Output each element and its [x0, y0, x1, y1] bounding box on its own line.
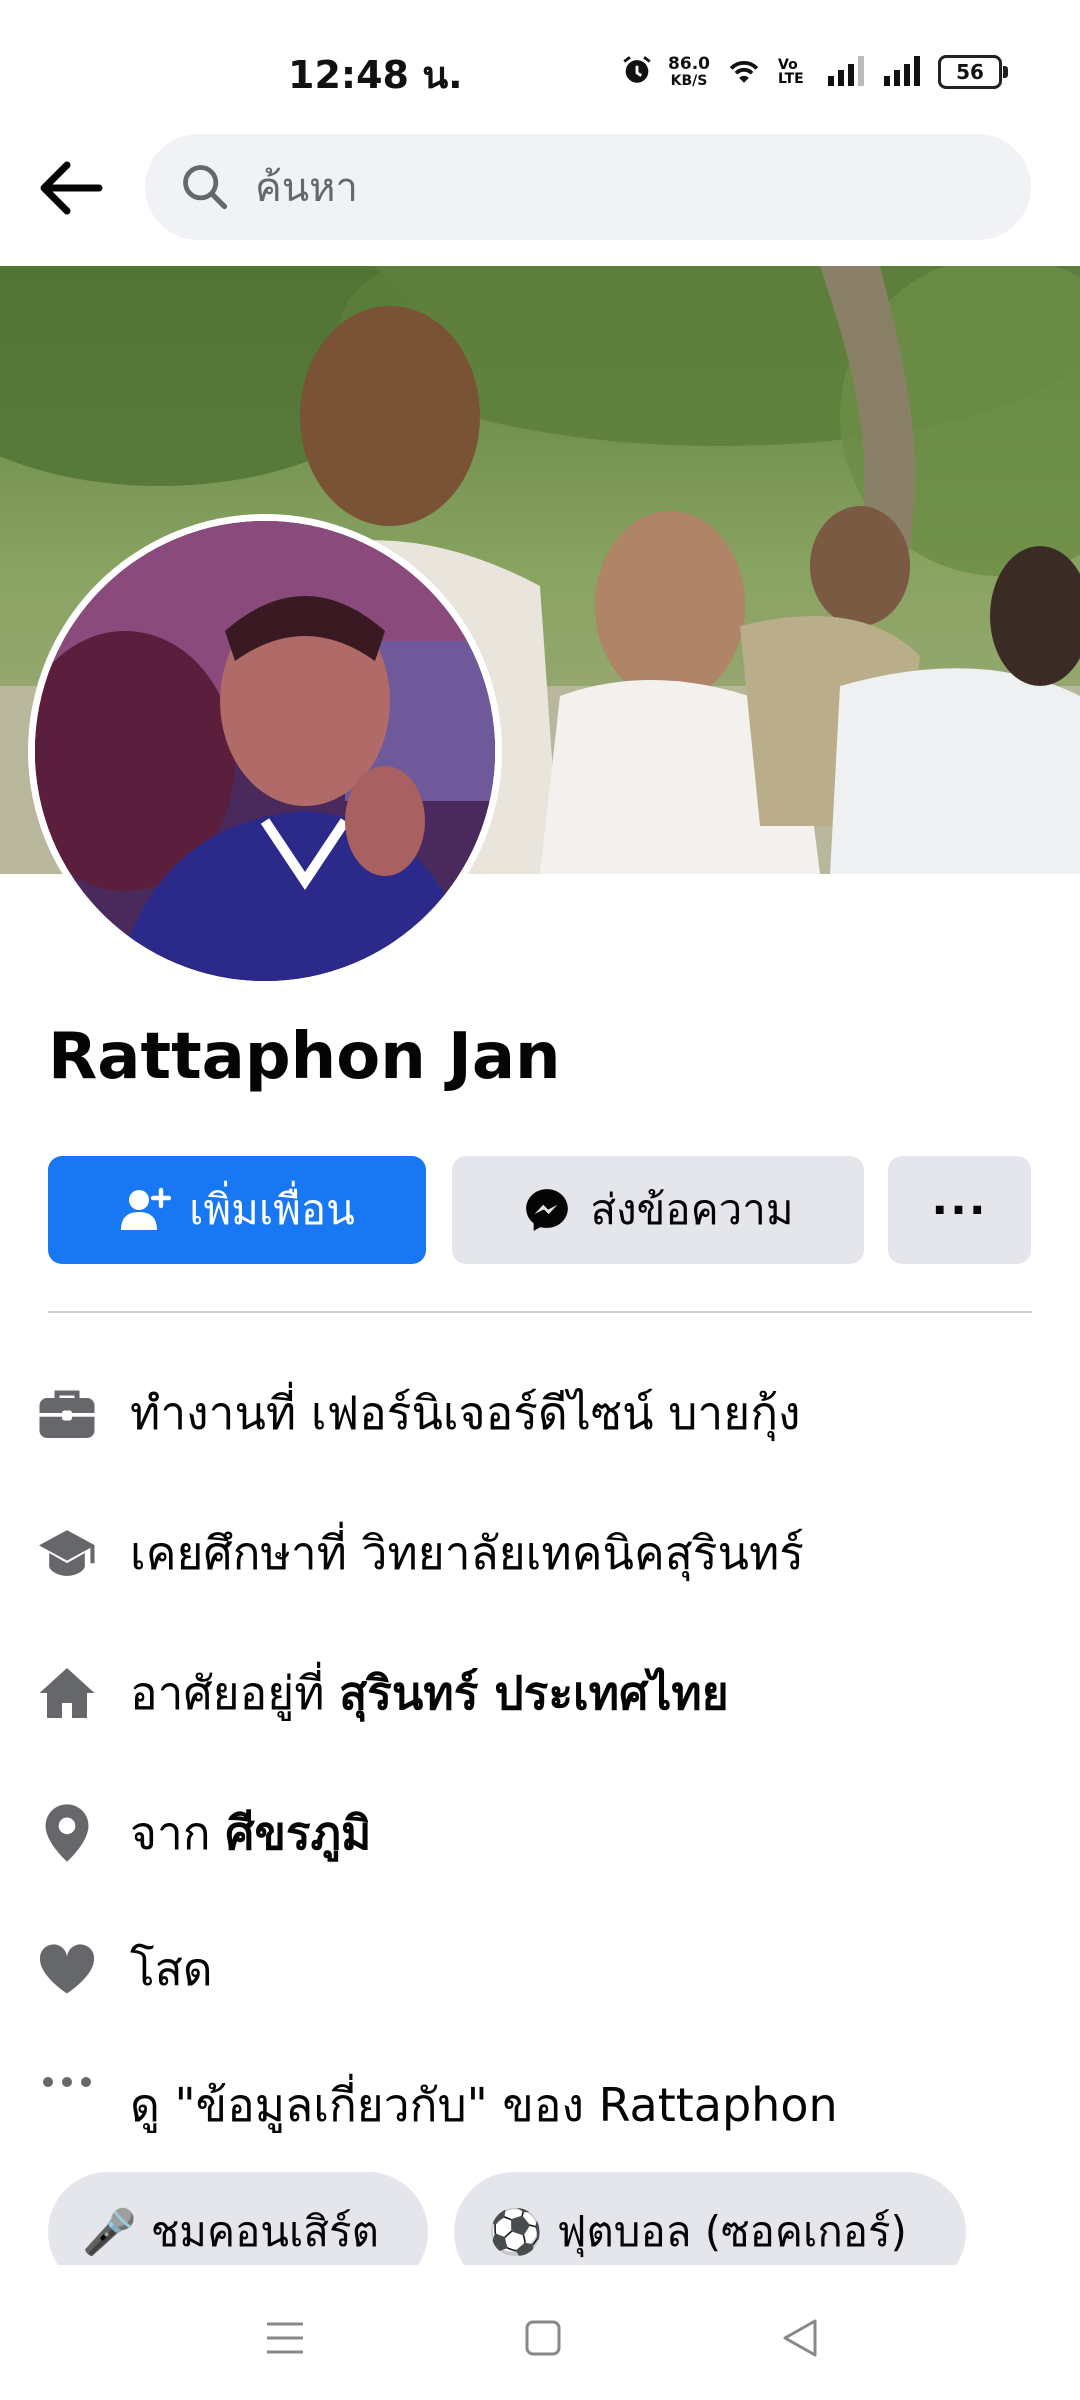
messenger-icon — [526, 1189, 569, 1231]
more-icon: ··· — [931, 1184, 988, 1236]
divider — [48, 1311, 1032, 1313]
net-speed: 86.0 KB/S — [668, 53, 710, 89]
profile-name: Rattaphon Jan — [48, 1020, 561, 1094]
detail-from-prefix: จาก — [130, 1805, 226, 1860]
wifi-icon — [724, 54, 764, 90]
volte-label: Vo LTE — [778, 57, 804, 87]
battery-indicator: 56 — [938, 55, 1008, 89]
detail-from: จาก ศีขรภูมิ — [36, 1788, 1036, 1878]
detail-lives-prefix: อาศัยอยู่ที่ — [130, 1665, 340, 1720]
message-label: ส่งข้อความ — [590, 1185, 794, 1234]
detail-education-prefix: เคยศึกษาที่ — [130, 1525, 362, 1580]
menu-icon — [267, 2322, 303, 2354]
system-nav-bar — [0, 2265, 1080, 2400]
message-button[interactable]: ส่งข้อความ — [452, 1156, 864, 1264]
detail-from-text: จาก ศีขรภูมิ — [130, 1797, 371, 1870]
briefcase-icon — [36, 1382, 98, 1444]
triangle-back-icon — [783, 2319, 817, 2357]
add-friend-button[interactable]: เพิ่มเพื่อน — [48, 1156, 426, 1264]
signal-icon-1 — [826, 54, 866, 90]
status-time: 12:48 น. — [288, 53, 463, 97]
signal-icon-2 — [880, 54, 924, 90]
add-friend-label: เพิ่มเพื่อน — [189, 1185, 355, 1234]
detail-education: เคยศึกษาที่ วิทยาลัยเทคนิคสุรินทร์ — [36, 1508, 1036, 1598]
more-options-button[interactable]: ··· — [888, 1156, 1031, 1264]
graduation-cap-icon — [36, 1522, 98, 1584]
location-pin-icon — [36, 1802, 98, 1864]
search-icon — [179, 161, 231, 213]
search-input[interactable]: ค้นหา — [145, 134, 1031, 240]
detail-work-prefix: ทำงานที่ — [130, 1385, 311, 1440]
heart-icon — [36, 1938, 98, 2000]
ellipsis-icon — [36, 2074, 98, 2136]
interest-label: ฟุตบอล (ซอคเกอร์) — [556, 2207, 907, 2256]
soccer-ball-icon: ⚽ — [488, 2207, 543, 2258]
status-bar: 12:48 น. 86.0 KB/S Vo LTE 56 — [0, 0, 1080, 130]
microphone-icon: 🎤 — [82, 2207, 137, 2258]
detail-from-value[interactable]: ศีขรภูมิ — [225, 1806, 371, 1860]
net-speed-value: 86.0 — [668, 53, 710, 74]
status-icons: 86.0 KB/S Vo LTE 56 — [620, 48, 1008, 96]
profile-picture[interactable] — [28, 514, 502, 988]
home-icon — [36, 1662, 98, 1724]
net-speed-unit: KB/S — [670, 72, 708, 89]
detail-relationship-text: โสด — [130, 1941, 213, 1996]
detail-relationship: โสด — [36, 1924, 1036, 2014]
see-about-link[interactable]: ดู "ข้อมูลเกี่ยวกับ" ของ Rattaphon — [36, 2060, 1036, 2150]
interest-label: ชมคอนเสิร์ต — [150, 2207, 379, 2256]
profile-picture-image — [35, 521, 495, 981]
detail-work-value[interactable]: เฟอร์นิเจอร์ดีไซน์ บายกุ้ง — [311, 1386, 801, 1440]
detail-work: ทำงานที่ เฟอร์นิเจอร์ดีไซน์ บายกุ้ง — [36, 1368, 1036, 1458]
detail-education-text: เคยศึกษาที่ วิทยาลัยเทคนิคสุรินทร์ — [130, 1517, 804, 1590]
back-button[interactable] — [30, 148, 110, 228]
detail-work-text: ทำงานที่ เฟอร์นิเจอร์ดีไซน์ บายกุ้ง — [130, 1377, 801, 1450]
add-friend-icon — [121, 1187, 172, 1230]
detail-education-value[interactable]: วิทยาลัยเทคนิคสุรินทร์ — [362, 1526, 804, 1580]
home-button[interactable] — [513, 2313, 573, 2363]
alarm-icon — [620, 53, 654, 91]
back-nav-button[interactable] — [770, 2313, 830, 2363]
recent-apps-button[interactable] — [255, 2313, 315, 2363]
detail-lives-in: อาศัยอยู่ที่ สุรินทร์ ประเทศไทย — [36, 1648, 1036, 1738]
screen: 12:48 น. 86.0 KB/S Vo LTE 56 ค้นหา Ratta… — [0, 0, 1080, 2400]
square-icon — [525, 2320, 561, 2356]
search-placeholder: ค้นหา — [255, 165, 358, 211]
see-about-text: ดู "ข้อมูลเกี่ยวกับ" ของ Rattaphon — [130, 2077, 838, 2132]
detail-lives-text: อาศัยอยู่ที่ สุรินทร์ ประเทศไทย — [130, 1657, 729, 1730]
back-arrow-icon — [40, 161, 103, 215]
detail-lives-value[interactable]: สุรินทร์ ประเทศไทย — [339, 1666, 729, 1720]
